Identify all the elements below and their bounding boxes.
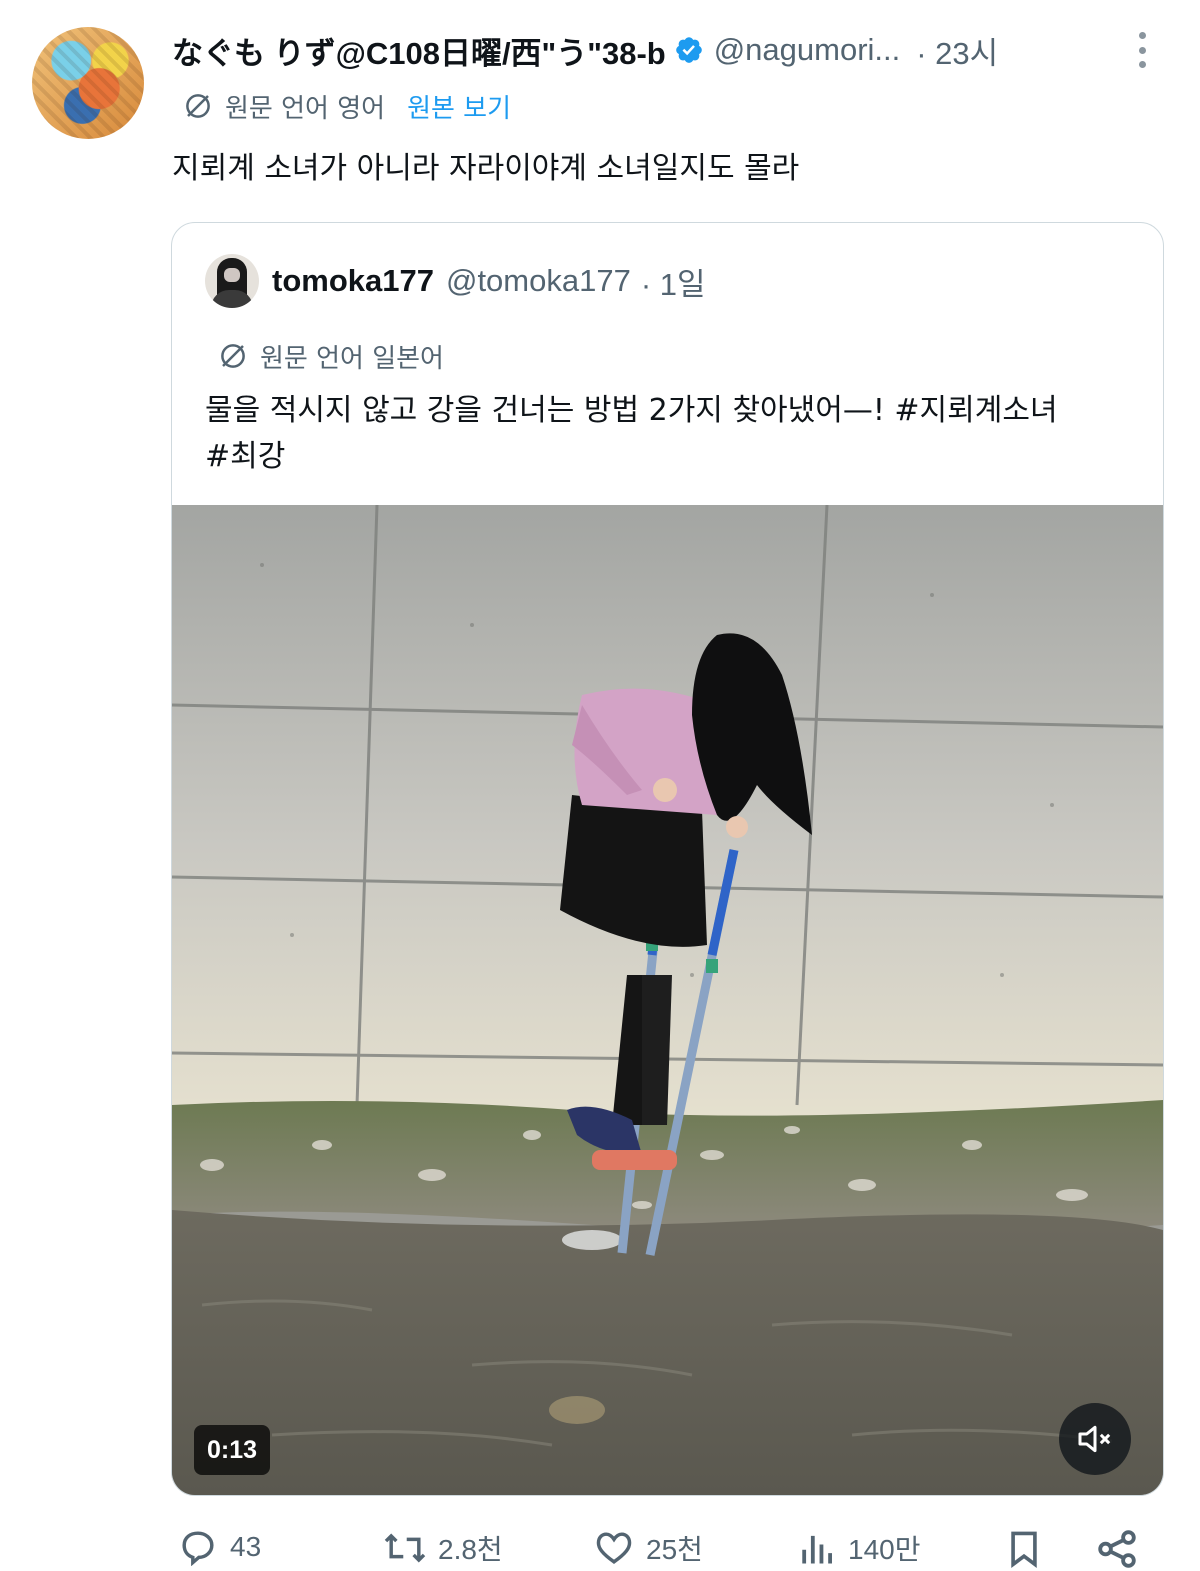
reply-count: 43 xyxy=(230,1531,262,1562)
bookmark-button[interactable] xyxy=(1004,1528,1054,1568)
quoted-post-text: 물을 적시지 않고 강을 건너는 방법 2가지 찾아냈어—! #지뢰계소녀 #최… xyxy=(205,388,1135,480)
repost-button[interactable]: 2.8천 xyxy=(382,1528,503,1568)
translation-note: 원문 언어 영어 xyxy=(225,93,386,124)
post-header: なぐも りず@C108日曜/西"う"38-b @nagumori... · 23… xyxy=(172,28,1170,72)
like-count: 25천 xyxy=(646,1534,703,1565)
author-avatar[interactable] xyxy=(32,27,144,139)
like-icon xyxy=(596,1532,632,1564)
quoted-post-text-line: 물을 적시지 않고 강을 건너는 방법 2가지 찾아냈어—! #지뢰계소녀 xyxy=(205,393,1058,428)
repost-icon xyxy=(384,1533,426,1563)
quoted-post-text-line: #최강 xyxy=(205,439,286,474)
more-icon[interactable] xyxy=(1130,28,1154,72)
author-handle[interactable]: @nagumori... xyxy=(714,32,901,68)
reply-icon xyxy=(182,1531,214,1566)
quoted-post-header: tomoka177 @tomoka177 · 1일 xyxy=(272,259,706,303)
like-button[interactable]: 25천 xyxy=(592,1528,703,1568)
quoted-author-display-name[interactable]: tomoka177 xyxy=(272,263,434,299)
video-duration-badge: 0:13 xyxy=(194,1425,271,1475)
translation-row: 원문 언어 영어 원본 보기 xyxy=(183,86,511,126)
share-button[interactable] xyxy=(1096,1528,1148,1570)
views-count: 140만 xyxy=(848,1534,921,1565)
quoted-author-handle[interactable]: @tomoka177 xyxy=(446,263,631,299)
quoted-translation-note: 원문 언어 일본어 xyxy=(260,343,444,374)
post-text: 지뢰계 소녀가 아니라 자라이야계 소녀일지도 몰라 xyxy=(172,151,800,186)
repost-count: 2.8천 xyxy=(438,1534,503,1565)
translate-icon xyxy=(186,94,210,118)
show-original-link[interactable]: 원본 보기 xyxy=(407,88,511,125)
video-frame xyxy=(172,505,1163,1495)
post-timestamp[interactable]: · 23시 xyxy=(916,28,998,73)
verified-badge-icon xyxy=(675,37,702,63)
video-player[interactable]: 0:13 xyxy=(172,505,1163,1495)
quoted-post-timestamp[interactable]: · 1일 xyxy=(641,259,706,304)
mute-icon xyxy=(1078,1425,1111,1453)
mute-button[interactable] xyxy=(1059,1403,1131,1475)
quoted-post[interactable]: tomoka177 @tomoka177 · 1일 원문 언어 일본어 물을 적… xyxy=(171,222,1164,1496)
quoted-translation-row: 원문 언어 일본어 xyxy=(218,336,444,376)
quoted-author-avatar[interactable] xyxy=(205,254,259,308)
views-button[interactable]: 140만 xyxy=(798,1528,920,1568)
author-display-name[interactable]: なぐも りず@C108日曜/西"う"38-b xyxy=(172,28,666,73)
reply-button[interactable]: 43 xyxy=(176,1528,261,1566)
bookmark-icon xyxy=(1011,1531,1037,1568)
action-bar: 43 2.8천 25천 140만 xyxy=(0,1522,1200,1571)
translate-icon xyxy=(221,344,245,368)
views-icon xyxy=(802,1535,832,1564)
share-icon xyxy=(1098,1530,1136,1568)
